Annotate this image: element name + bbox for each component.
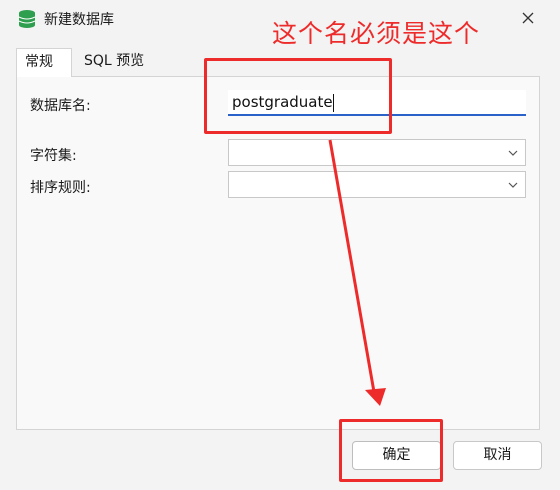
tab-sql-preview[interactable]: SQL 预览	[76, 48, 164, 75]
annotation-text: 这个名必须是这个	[272, 19, 481, 48]
chevron-down-icon	[508, 182, 518, 188]
db-name-label: 数据库名:	[30, 98, 91, 114]
cancel-button[interactable]: 取消	[453, 441, 542, 470]
new-database-dialog: 新建数据库 常规 SQL 预览 数据库名: postgraduate 字符集: …	[0, 0, 560, 490]
database-icon	[18, 10, 36, 28]
close-button[interactable]	[512, 4, 544, 32]
annotation-box-ok	[339, 419, 443, 482]
charset-label: 字符集:	[30, 148, 77, 164]
collation-label: 排序规则:	[30, 180, 91, 196]
window-title: 新建数据库	[44, 12, 114, 28]
charset-select[interactable]	[228, 139, 526, 166]
tab-general[interactable]: 常规	[16, 48, 72, 77]
close-icon	[522, 12, 534, 24]
annotation-box-input	[204, 58, 392, 134]
collation-select[interactable]	[228, 171, 526, 198]
chevron-down-icon	[508, 150, 518, 156]
